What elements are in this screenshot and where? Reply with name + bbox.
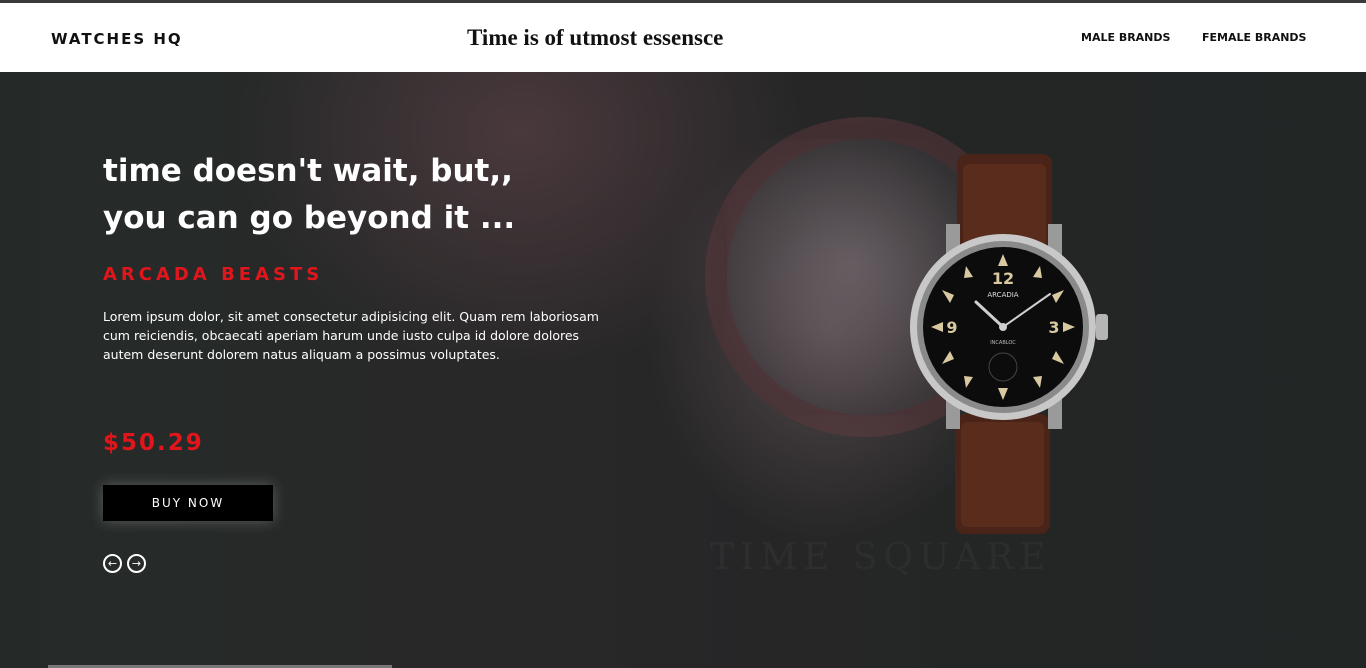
watch-product-image: 12 9 3 ARCADIA INCABLOC bbox=[910, 154, 1108, 534]
svg-text:9: 9 bbox=[946, 318, 957, 337]
nav-female-brands[interactable]: FEMALE BRANDS bbox=[1202, 31, 1306, 44]
site-logo[interactable]: WATCHES HQ bbox=[51, 30, 183, 48]
hero-headline: time doesn't wait, but,, you can go beyo… bbox=[103, 148, 623, 242]
product-description: Lorem ipsum dolor, sit amet consectetur … bbox=[103, 309, 599, 362]
circle-arrow-left-icon[interactable]: ← bbox=[103, 554, 122, 573]
buy-now-button[interactable]: BUY NOW bbox=[103, 485, 273, 521]
nav-male-brands[interactable]: MALE BRANDS bbox=[1081, 31, 1170, 44]
hero-banner: TIME SQUARE time doesn't wait, but,, you… bbox=[0, 72, 1366, 668]
headline-line-2: you can go beyond it ... bbox=[103, 200, 516, 236]
svg-text:12: 12 bbox=[992, 269, 1014, 288]
circle-arrow-right-icon[interactable]: → bbox=[127, 554, 146, 573]
header-tagline: Time is of utmost essensce bbox=[467, 25, 724, 50]
site-header: WATCHES HQ Time is of utmost essensce MA… bbox=[0, 3, 1366, 72]
product-brand: ARCADA BEASTS bbox=[103, 264, 324, 285]
headline-line-1: time doesn't wait, but,, bbox=[103, 153, 513, 189]
svg-text:3: 3 bbox=[1048, 318, 1059, 337]
svg-text:INCABLOC: INCABLOC bbox=[990, 340, 1016, 346]
product-price: $50.29 bbox=[103, 430, 204, 456]
svg-text:ARCADIA: ARCADIA bbox=[987, 291, 1018, 299]
